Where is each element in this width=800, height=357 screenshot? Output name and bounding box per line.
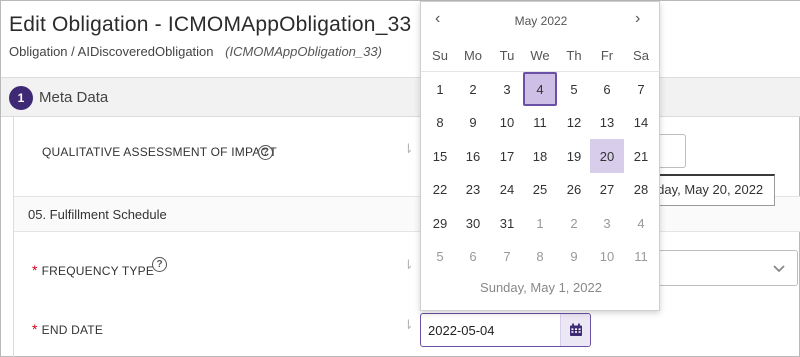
qualitative-impact-input[interactable] (660, 134, 686, 168)
calendar-day[interactable]: 7 (490, 240, 524, 274)
breadcrumb-path[interactable]: Obligation / AIDiscoveredObligation (9, 44, 214, 59)
frequency-type-select[interactable] (660, 250, 798, 286)
weekday-label: Mo (463, 48, 483, 63)
calendar-day[interactable]: 4 (624, 206, 658, 240)
weekday-label: We (530, 48, 550, 63)
weekday-label: Th (566, 48, 582, 63)
meta-data-section-header[interactable]: 1 Meta Data (1, 77, 800, 117)
calendar-day[interactable]: 31 (490, 206, 524, 240)
section-label: Meta Data (39, 89, 109, 106)
calendar-day[interactable]: 6 (456, 240, 490, 274)
help-icon[interactable]: ? (152, 257, 167, 272)
page-title: Edit Obligation - ICMOMAppObligation_33 (9, 13, 412, 36)
calendar-day[interactable]: 18 (523, 139, 557, 173)
page-header: Edit Obligation - ICMOMAppObligation_33 … (1, 1, 800, 77)
calendar-day[interactable]: 5 (423, 240, 457, 274)
calendar-day[interactable]: 10 (590, 240, 624, 274)
calendar-day[interactable]: 9 (557, 240, 591, 274)
calendar-day[interactable]: 21 (624, 139, 658, 173)
weekday-label: Sa (633, 48, 649, 63)
calendar-button[interactable] (560, 314, 590, 346)
calendar-day[interactable]: 5 (557, 72, 591, 106)
calendar-day[interactable]: 26 (557, 173, 591, 207)
calendar-day[interactable]: 3 (590, 206, 624, 240)
calendar-day[interactable]: 2 (456, 72, 490, 106)
calendar-day[interactable]: 7 (624, 72, 658, 106)
calendar-day[interactable]: 9 (456, 106, 490, 140)
calendar-day[interactable]: 1 (423, 72, 457, 106)
calendar-day[interactable]: 19 (557, 139, 591, 173)
end-date-value[interactable]: 2022-05-04 (428, 323, 495, 338)
calendar-day[interactable]: 11 (624, 240, 658, 274)
end-date-label: * END DATE (32, 321, 103, 337)
calendar-day[interactable]: 29 (423, 206, 457, 240)
help-icon[interactable]: ? (258, 145, 273, 160)
chevron-down-icon (773, 261, 785, 276)
date-picker-popup: ‹ May 2022 › Su Mo Tu We Th Fr Sa 1 2 3 4 5 6 7 8 9 10 1… (420, 1, 661, 311)
calendar-day[interactable]: 27 (590, 173, 624, 207)
chevron-right-icon[interactable]: › (635, 10, 640, 28)
calendar-day[interactable]: 11 (523, 106, 557, 140)
calendar-weekday-row: Su Mo Tu We Th Fr Sa (421, 38, 661, 72)
calendar-day[interactable]: 24 (490, 173, 524, 207)
step-number-badge: 1 (9, 86, 33, 110)
calendar-day[interactable]: 6 (590, 72, 624, 106)
sort-icon[interactable]: ⇂ (403, 317, 414, 333)
calendar-day[interactable]: 4 (523, 72, 557, 106)
frequency-type-label-text: FREQUENCY TYPE (41, 264, 155, 278)
calendar-icon (569, 323, 582, 336)
calendar-month-label[interactable]: May 2022 (421, 14, 661, 28)
calendar-day[interactable]: 23 (456, 173, 490, 207)
calendar-day[interactable]: 15 (423, 139, 457, 173)
frequency-type-label: * FREQUENCY TYPE (32, 262, 154, 278)
calendar-header: ‹ May 2022 › (421, 2, 661, 38)
calendar-day[interactable]: 1 (523, 206, 557, 240)
required-marker: * (32, 321, 38, 337)
calendar-day[interactable]: 28 (624, 173, 658, 207)
subheading-text: 05. Fulfillment Schedule (28, 207, 167, 222)
required-marker: * (32, 262, 38, 278)
breadcrumb-id: (ICMOMAppObligation_33) (225, 44, 382, 59)
calendar-day[interactable]: 13 (590, 106, 624, 140)
calendar-day[interactable]: 16 (456, 139, 490, 173)
weekday-label: Fr (600, 48, 614, 63)
end-date-input[interactable]: 2022-05-04 (420, 313, 591, 347)
sort-icon[interactable]: ⇂ (403, 257, 414, 273)
calendar-day[interactable]: 25 (523, 173, 557, 207)
breadcrumb: Obligation / AIDiscoveredObligation (ICM… (9, 44, 382, 59)
qualitative-impact-label: QUALITATIVE ASSESSMENT OF IMPACT (42, 145, 277, 159)
calendar-day[interactable]: 17 (490, 139, 524, 173)
calendar-day[interactable]: 14 (624, 106, 658, 140)
calendar-day[interactable]: 12 (557, 106, 591, 140)
calendar-day[interactable]: 8 (523, 240, 557, 274)
calendar-day[interactable]: 8 (423, 106, 457, 140)
calendar-day[interactable]: 2 (557, 206, 591, 240)
calendar-day[interactable]: 3 (490, 72, 524, 106)
weekday-label: Su (432, 48, 448, 63)
calendar-today-footer[interactable]: Sunday, May 1, 2022 (421, 280, 661, 295)
calendar-day[interactable]: 30 (456, 206, 490, 240)
sort-icon[interactable]: ⇂ (403, 141, 414, 157)
calendar-day[interactable]: 22 (423, 173, 457, 207)
calendar-day[interactable]: 10 (490, 106, 524, 140)
end-date-label-text: END DATE (41, 323, 104, 337)
calendar-day[interactable]: 20 (590, 139, 624, 173)
weekday-label: Tu (499, 48, 515, 63)
